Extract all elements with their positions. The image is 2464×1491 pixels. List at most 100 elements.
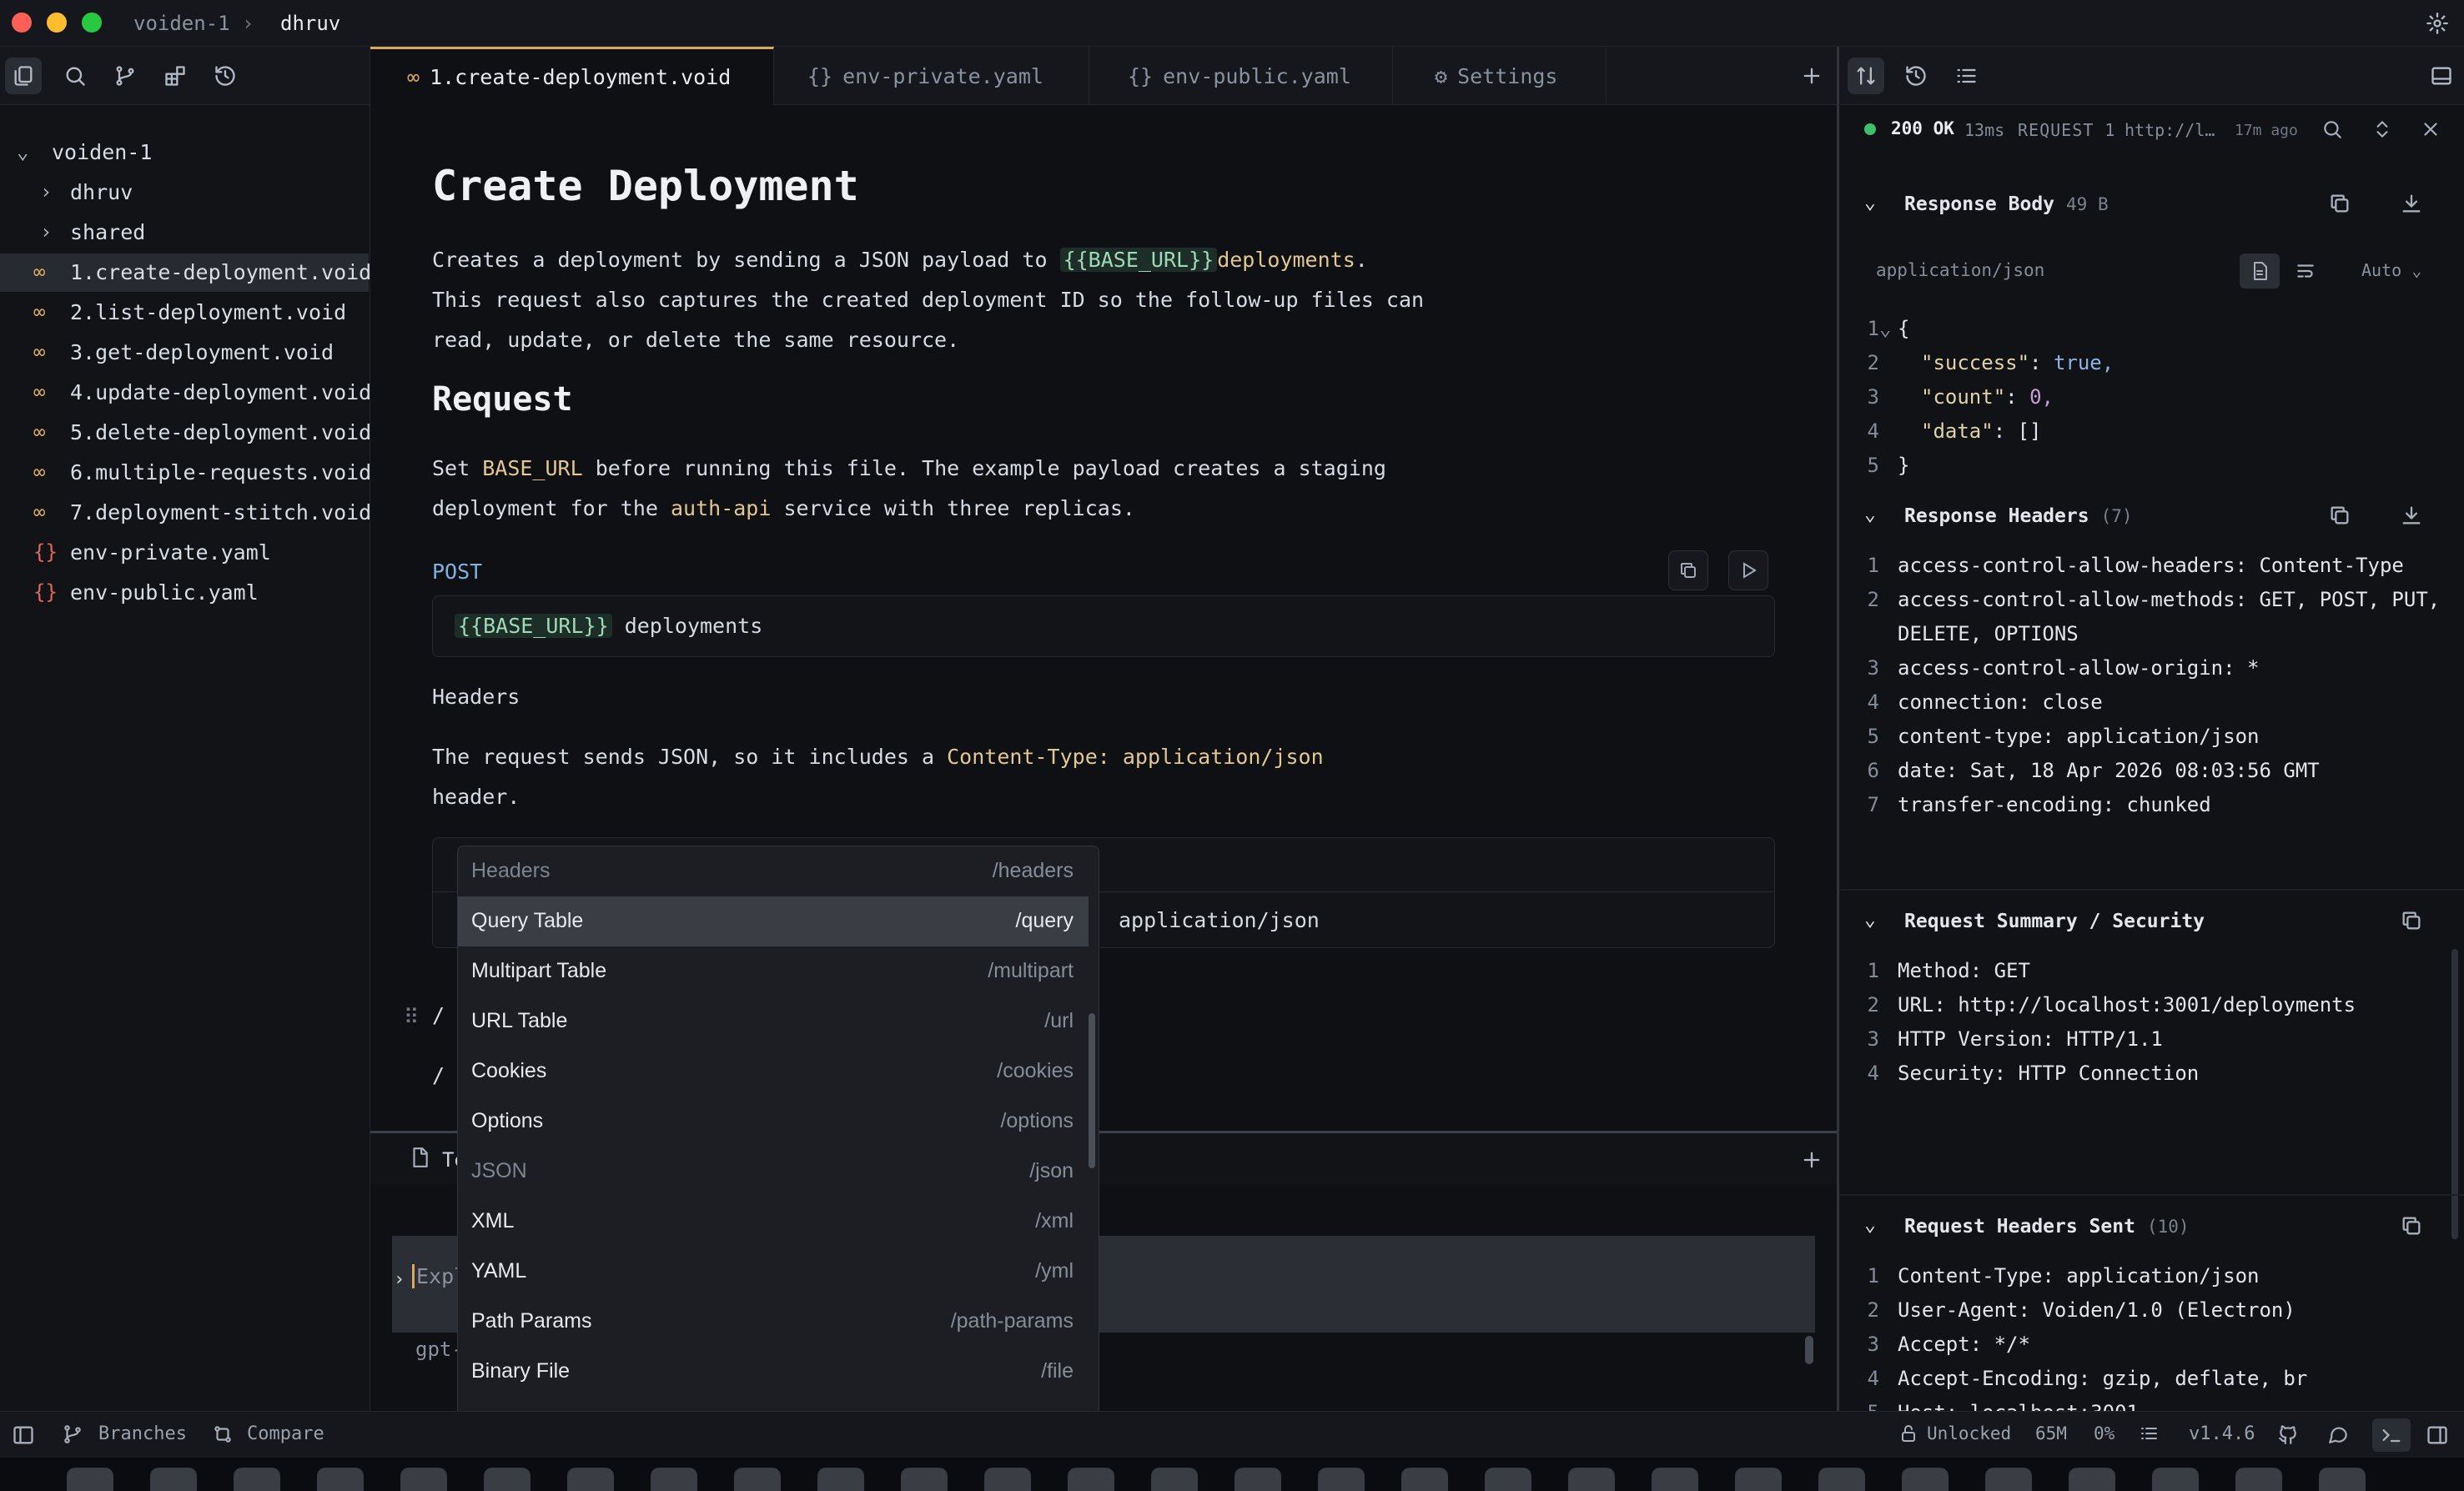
sort-arrows-icon[interactable] [1848, 58, 1884, 94]
header-value-cell[interactable]: application/json [1119, 901, 1320, 941]
tree-file[interactable]: {} env-public.yaml [0, 574, 369, 612]
dock-app-icon[interactable] [317, 1468, 364, 1491]
dock-app-icon[interactable] [1401, 1468, 1448, 1491]
right-panel-toggle-icon[interactable] [2426, 1423, 2449, 1447]
base-url-variable[interactable]: {{BASE_URL}} [1059, 248, 1218, 272]
tab-settings[interactable]: ⚙ Settings [1393, 47, 1607, 105]
copy-icon[interactable] [1668, 550, 1708, 590]
dock-app-icon[interactable] [984, 1468, 1031, 1491]
search-icon[interactable] [57, 58, 93, 94]
menu-item[interactable]: Query Table/query [458, 896, 1089, 946]
terminal-toggle-icon[interactable] [2372, 1418, 2411, 1452]
menu-item[interactable]: Headers/headers [458, 846, 1089, 896]
dock-app-icon[interactable] [1235, 1468, 1281, 1491]
tree-file[interactable]: ∞ 4.update-deployment.void [0, 374, 371, 412]
slash-line-1[interactable]: / [432, 996, 445, 1036]
tree-file[interactable]: ∞ 3.get-deployment.void [0, 334, 369, 372]
dock-app-icon[interactable] [1818, 1468, 1865, 1491]
dock-app-icon[interactable] [1652, 1468, 1698, 1491]
url-input[interactable]: {{BASE_URL}} deployments [432, 595, 1775, 657]
void-file-icon: ∞ [33, 500, 46, 524]
minimize-window-button[interactable] [47, 13, 67, 33]
menu-scrollbar[interactable] [1089, 1013, 1095, 1168]
close-window-button[interactable] [12, 13, 32, 33]
dock-app-icon[interactable] [734, 1468, 781, 1491]
dock-app-icon[interactable] [901, 1468, 948, 1491]
tab-env-private[interactable]: {} env-private.yaml [774, 47, 1089, 105]
dock-app-icon[interactable] [567, 1468, 614, 1491]
dock-app-icon[interactable] [400, 1468, 447, 1491]
extensions-icon[interactable] [157, 58, 194, 94]
add-terminal-plus-icon[interactable] [1793, 1142, 1830, 1178]
chat-icon[interactable] [2327, 1423, 2349, 1445]
dock-app-icon[interactable] [150, 1468, 197, 1491]
dock-app-icon[interactable] [1485, 1468, 1531, 1491]
tree-folder-shared[interactable]: › shared [0, 213, 369, 252]
breadcrumb-workspace[interactable]: voiden-1 [133, 12, 230, 35]
menu-item[interactable]: Path Params/path-params [458, 1297, 1089, 1347]
menu-item[interactable]: Binary File/file [458, 1347, 1089, 1397]
terminal-scrollbar[interactable] [1805, 1336, 1813, 1364]
dock-app-icon[interactable] [2069, 1468, 2115, 1491]
history-icon[interactable] [207, 58, 244, 94]
inline-code: Content-Type: application/json [947, 745, 1324, 769]
menu-item[interactable]: URL Table/url [458, 997, 1089, 1047]
dock-app-icon[interactable] [1151, 1468, 1198, 1491]
lock-status[interactable]: Unlocked [1927, 1423, 2011, 1443]
dock-app-icon[interactable] [1318, 1468, 1365, 1491]
panel-layout-icon[interactable] [2423, 58, 2460, 94]
tree-file[interactable]: ∞ 7.deployment-stitch.void [0, 494, 371, 532]
github-icon[interactable] [2277, 1423, 2299, 1445]
files-icon[interactable] [5, 58, 42, 94]
zoom-window-button[interactable] [82, 13, 102, 33]
tree-file[interactable]: ∞ 2.list-deployment.void [0, 294, 369, 332]
menu-item[interactable]: JSON/json [458, 1147, 1089, 1197]
tree-root-folder[interactable]: ⌄ voiden-1 [0, 133, 369, 172]
history-icon[interactable] [1898, 58, 1934, 94]
dock-app-icon[interactable] [2319, 1468, 2366, 1491]
dock-app-icon[interactable] [67, 1468, 113, 1491]
dock-app-icon[interactable] [1568, 1468, 1615, 1491]
dock-app-icon[interactable] [234, 1468, 280, 1491]
dock-app-icon[interactable] [2152, 1468, 2199, 1491]
sent-header-text: Content-Type: application/json [1898, 1264, 2260, 1288]
base-url-variable[interactable]: {{BASE_URL}} [455, 614, 612, 638]
tree-file[interactable]: {} env-private.yaml [0, 534, 369, 572]
dock-app-icon[interactable] [817, 1468, 864, 1491]
compare-button[interactable]: Compare [247, 1423, 324, 1444]
dock-app-icon[interactable] [1068, 1468, 1114, 1491]
dock-app-icon[interactable] [1985, 1468, 2032, 1491]
dock-app-icon[interactable] [651, 1468, 697, 1491]
dock-app-icon[interactable] [484, 1468, 531, 1491]
list-icon[interactable] [2139, 1423, 2159, 1443]
slash-line-2[interactable]: / [432, 1056, 445, 1096]
drag-handle-icon[interactable]: ⠿ [404, 997, 419, 1037]
menu-item[interactable]: Multipart Table/multipart [458, 946, 1089, 997]
sidebar-toggle-icon[interactable] [12, 1423, 35, 1447]
dock-app-icon[interactable] [2235, 1468, 2282, 1491]
tab-env-public[interactable]: {} env-public.yaml [1089, 47, 1393, 105]
menu-item-label: YAML [471, 1259, 527, 1283]
tab-create-deployment[interactable]: ∞ 1.create-deployment.void [370, 47, 774, 105]
menu-item[interactable]: Cookies/cookies [458, 1047, 1089, 1097]
request-line-2: deployment for the auth-api service with… [432, 489, 1135, 529]
menu-item[interactable]: XML/xml [458, 1197, 1089, 1247]
branches-button[interactable]: Branches [98, 1423, 187, 1444]
gear-icon[interactable] [2419, 5, 2456, 42]
tree-file[interactable]: ∞ 1.create-deployment.void [0, 254, 371, 292]
tree-folder-dhruv[interactable]: › dhruv [0, 173, 369, 212]
run-request-button[interactable] [1728, 550, 1768, 590]
git-branch-icon[interactable] [107, 58, 143, 94]
tree-file[interactable]: ∞ 5.delete-deployment.void [0, 414, 371, 452]
new-tab-plus-icon[interactable] [1793, 58, 1830, 94]
list-icon[interactable] [1948, 58, 1984, 94]
menu-item[interactable]: Options/options [458, 1097, 1089, 1147]
chevron-right-icon: › [40, 220, 53, 243]
breadcrumb-folder[interactable]: dhruv [280, 12, 340, 35]
http-method-label[interactable]: POST [432, 552, 482, 592]
dock-app-icon[interactable] [1902, 1468, 1949, 1491]
menu-item[interactable]: YAML/yml [458, 1247, 1089, 1297]
dock-app-icon[interactable] [1735, 1468, 1782, 1491]
intro-line-2: This request also captures the created d… [432, 288, 1425, 312]
tree-file[interactable]: ∞ 6.multiple-requests.void [0, 454, 371, 492]
